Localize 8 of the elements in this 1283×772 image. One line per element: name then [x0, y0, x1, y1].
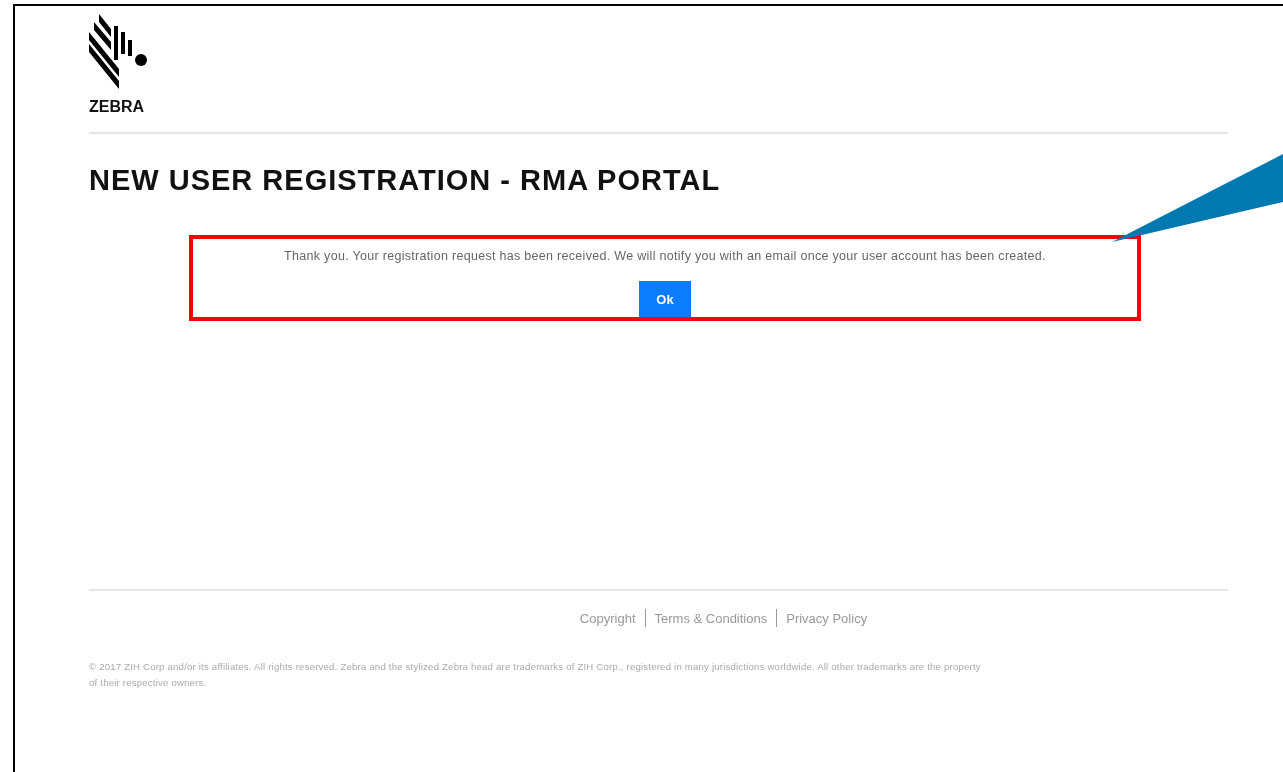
- page-title: NEW USER REGISTRATION - RMA PORTAL: [89, 164, 722, 197]
- footer-link[interactable]: Privacy Policy: [786, 610, 868, 626]
- legal-notice: © 2017 ZIH Corp and/or its affiliates. All rights reserved. Zebra and the stylized Zebra head are trademarks of ZIH Corp., registered in many jurisdictions worldwide. All other trademarks are the property of their respective owners.: [89, 660, 982, 690]
- brand-name: ZEBRA: [89, 98, 146, 116]
- ok-button[interactable]: Ok: [639, 281, 691, 317]
- confirmation-message: Thank you. Your registration request has been received. We will notify you with an email once your user account has been created.: [284, 249, 1046, 263]
- footer-link[interactable]: Copyright: [579, 610, 636, 626]
- footer-link[interactable]: Terms & Conditions: [654, 610, 768, 626]
